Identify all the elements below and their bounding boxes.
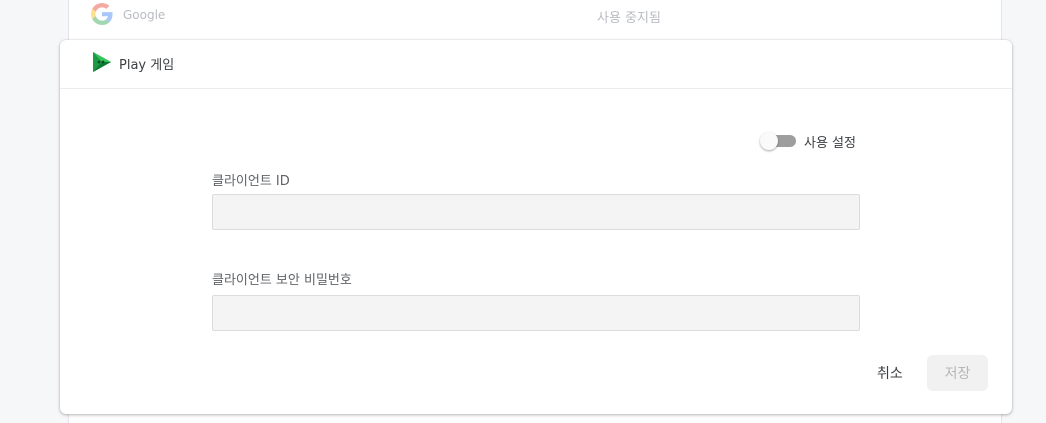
- enable-toggle[interactable]: [760, 131, 796, 151]
- play-games-icon: [92, 51, 112, 73]
- save-button[interactable]: 저장: [927, 355, 988, 391]
- google-g-icon: [91, 3, 113, 25]
- client-id-label: 클라이언트 ID: [212, 174, 290, 189]
- enable-toggle-group: 사용 설정: [760, 131, 856, 151]
- toggle-knob: [760, 132, 778, 150]
- provider-row-google[interactable]: Google 사용 중지됨: [69, 0, 1001, 38]
- provider-name: Google: [123, 8, 166, 22]
- provider-status: 사용 중지됨: [597, 11, 661, 26]
- client-secret-label: 클라이언트 보안 비밀번호: [212, 273, 352, 288]
- client-secret-input[interactable]: [212, 295, 860, 331]
- play-games-provider-card: Play 게임 사용 설정 클라이언트 ID 클라이언트 보안 비밀번호 취소 …: [60, 40, 1012, 414]
- card-title: Play 게임: [119, 58, 175, 73]
- card-header: Play 게임: [60, 40, 1012, 89]
- cancel-button[interactable]: 취소: [865, 355, 915, 391]
- client-id-input[interactable]: [212, 194, 860, 230]
- enable-toggle-label: 사용 설정: [804, 135, 856, 151]
